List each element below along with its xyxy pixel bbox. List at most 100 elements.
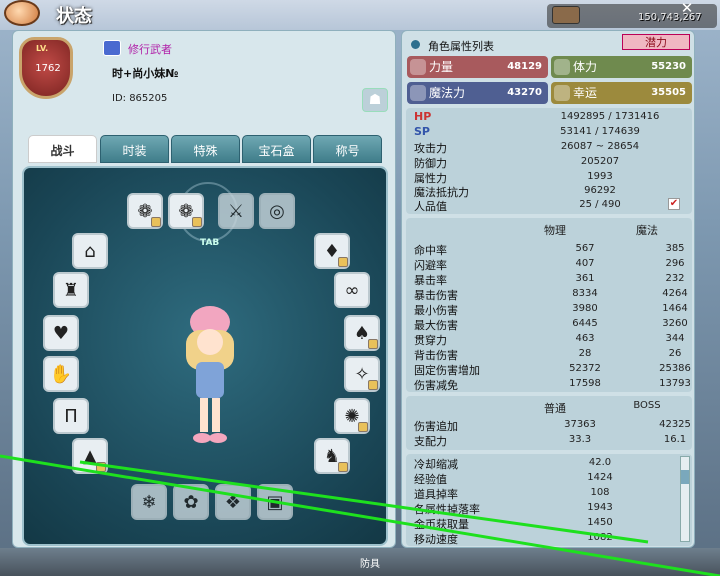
coat-icon: ♜ xyxy=(62,279,80,301)
attributes-title: 角色属性列表 xyxy=(428,40,494,53)
lock-icon xyxy=(358,422,368,432)
combat-stat-magic: 25386 xyxy=(659,363,691,374)
misc-scrollbar[interactable] xyxy=(680,456,690,542)
lock-icon xyxy=(338,257,348,267)
combat-stat-magic: 296 xyxy=(665,258,685,269)
shoes-icon: ▲ xyxy=(83,445,97,467)
combat-stat-label: 暴击率 xyxy=(414,274,447,287)
slot-top[interactable]: ♥ xyxy=(43,315,79,351)
star-icon xyxy=(554,85,570,101)
combat-stat-physical: 3980 xyxy=(572,303,598,314)
class-icon xyxy=(103,40,121,56)
tab-fashion[interactable]: 时装 xyxy=(100,135,169,163)
slot-gloves[interactable]: ✋ xyxy=(43,356,79,392)
combat-stat-label: 贯穿力 xyxy=(414,334,447,347)
tab-special[interactable]: 特殊 xyxy=(171,135,240,163)
misc-stat-value: 108 xyxy=(590,487,610,498)
misc-stat-label: 冷却缩减 xyxy=(414,458,458,471)
slot-wing-2[interactable]: ❁ xyxy=(168,193,204,229)
slot-boots[interactable]: ♞ xyxy=(314,438,350,474)
slot-bracelet[interactable]: ✺ xyxy=(334,398,370,434)
combat-stat-magic: 4264 xyxy=(662,288,688,299)
combat-stat-label: 暴击伤害 xyxy=(414,289,458,302)
slot-hat[interactable]: ⌂ xyxy=(72,233,108,269)
misc-stat-value: 1082 xyxy=(587,532,613,543)
combat-stat-label: 伤害减免 xyxy=(414,379,458,392)
damage-bonus-normal: 37363 xyxy=(564,419,596,430)
combat-stat-physical: 361 xyxy=(575,273,595,284)
close-button[interactable]: ✕ xyxy=(676,0,698,18)
misc-stat-label: 道具掉率 xyxy=(414,488,458,501)
slot-pants[interactable]: Π xyxy=(53,398,89,434)
tab-gem-box[interactable]: 宝石盒 xyxy=(242,135,311,163)
physical-header: 物理 xyxy=(544,224,566,237)
mail-icon[interactable] xyxy=(552,6,580,24)
misc-stat-label: 各属性掉落率 xyxy=(414,503,480,516)
lock-icon xyxy=(368,380,378,390)
combat-stat-magic: 26 xyxy=(668,348,682,359)
misc-scrollbar-thumb[interactable] xyxy=(681,470,689,484)
stat-label: 力量 xyxy=(429,60,454,74)
magic-header: 魔法 xyxy=(636,224,658,237)
stat-label: 幸运 xyxy=(573,86,598,100)
stat-luck: 幸运 35505 xyxy=(551,82,692,104)
slot-coat[interactable]: ♜ xyxy=(53,272,89,308)
stat-label: 魔法力 xyxy=(429,86,466,100)
combat-stat-physical: 8334 xyxy=(572,288,598,299)
shield-icon: ◎ xyxy=(269,200,285,222)
combat-stat-magic: 13793 xyxy=(659,378,691,389)
lock-icon xyxy=(192,217,202,227)
combat-stat-physical: 52372 xyxy=(569,363,601,374)
pants-icon: Π xyxy=(64,405,78,427)
slot-ring-2[interactable]: ✿ xyxy=(173,484,209,520)
character-avatar xyxy=(186,306,234,443)
karma-checkbox[interactable]: ✔ xyxy=(668,198,680,210)
attributes-bullet-icon xyxy=(411,40,420,49)
slot-weapon[interactable]: ⚔ xyxy=(218,193,254,229)
slot-ring-1[interactable]: ❄ xyxy=(131,484,167,520)
combat-stat-physical: 28 xyxy=(578,348,592,359)
misc-stat-value: 42.0 xyxy=(588,457,612,468)
defense-label: 防御力 xyxy=(414,157,447,170)
combat-stat-magic: 385 xyxy=(665,243,685,254)
level-label: LV. xyxy=(36,44,49,53)
damage-bonus-label: 伤害追加 xyxy=(414,420,458,433)
bottom-text: 防具 xyxy=(360,559,380,570)
magic-icon xyxy=(410,85,426,101)
misc-stat-label: 移动速度 xyxy=(414,533,458,546)
sp-label: SP xyxy=(414,125,430,138)
combat-stat-label: 背击伤害 xyxy=(414,349,458,362)
slot-shoes[interactable]: ▲ xyxy=(72,438,108,474)
level-value: 1762 xyxy=(35,63,61,74)
potential-button[interactable]: 潜力 xyxy=(622,34,690,50)
tab-title[interactable]: 称号 xyxy=(313,135,382,163)
attack-label: 攻击力 xyxy=(414,142,447,155)
attack-value: 26087 ~ 28654 xyxy=(560,141,640,152)
stat-magic: 魔法力 43270 xyxy=(407,82,548,104)
slot-locked[interactable]: ▣ xyxy=(257,484,293,520)
combat-stat-magic: 1464 xyxy=(662,303,688,314)
combat-stat-physical: 6445 xyxy=(572,318,598,329)
slot-earring[interactable]: ♦ xyxy=(314,233,350,269)
slot-wing-1[interactable]: ❁ xyxy=(127,193,163,229)
stat-value: 35505 xyxy=(651,87,686,98)
slot-cape[interactable]: ♠ xyxy=(344,315,380,351)
misc-stat-label: 金币获取量 xyxy=(414,518,469,531)
window-title: 状态 xyxy=(56,6,92,27)
combat-stat-label: 闪避率 xyxy=(414,259,447,272)
slot-glasses[interactable]: ∞ xyxy=(334,272,370,308)
combat-stat-label: 固定伤害增加 xyxy=(414,364,480,377)
class-name: 修行武者 xyxy=(128,43,172,56)
tab-combat[interactable]: 战斗 xyxy=(28,135,97,163)
slot-necklace[interactable]: ✧ xyxy=(344,356,380,392)
avatar-frame-button[interactable]: ☗ xyxy=(362,88,388,112)
combat-stat-physical: 463 xyxy=(575,333,595,344)
lock-icon xyxy=(338,462,348,472)
karma-value: 25 / 490 xyxy=(579,199,621,210)
misc-stat-value: 1450 xyxy=(587,517,613,528)
misc-stat-value: 1943 xyxy=(587,502,613,513)
tab-hint: TAB xyxy=(200,238,220,248)
slot-badge[interactable]: ❖ xyxy=(215,484,251,520)
slot-shield[interactable]: ◎ xyxy=(259,193,295,229)
lock-icon xyxy=(96,462,106,472)
